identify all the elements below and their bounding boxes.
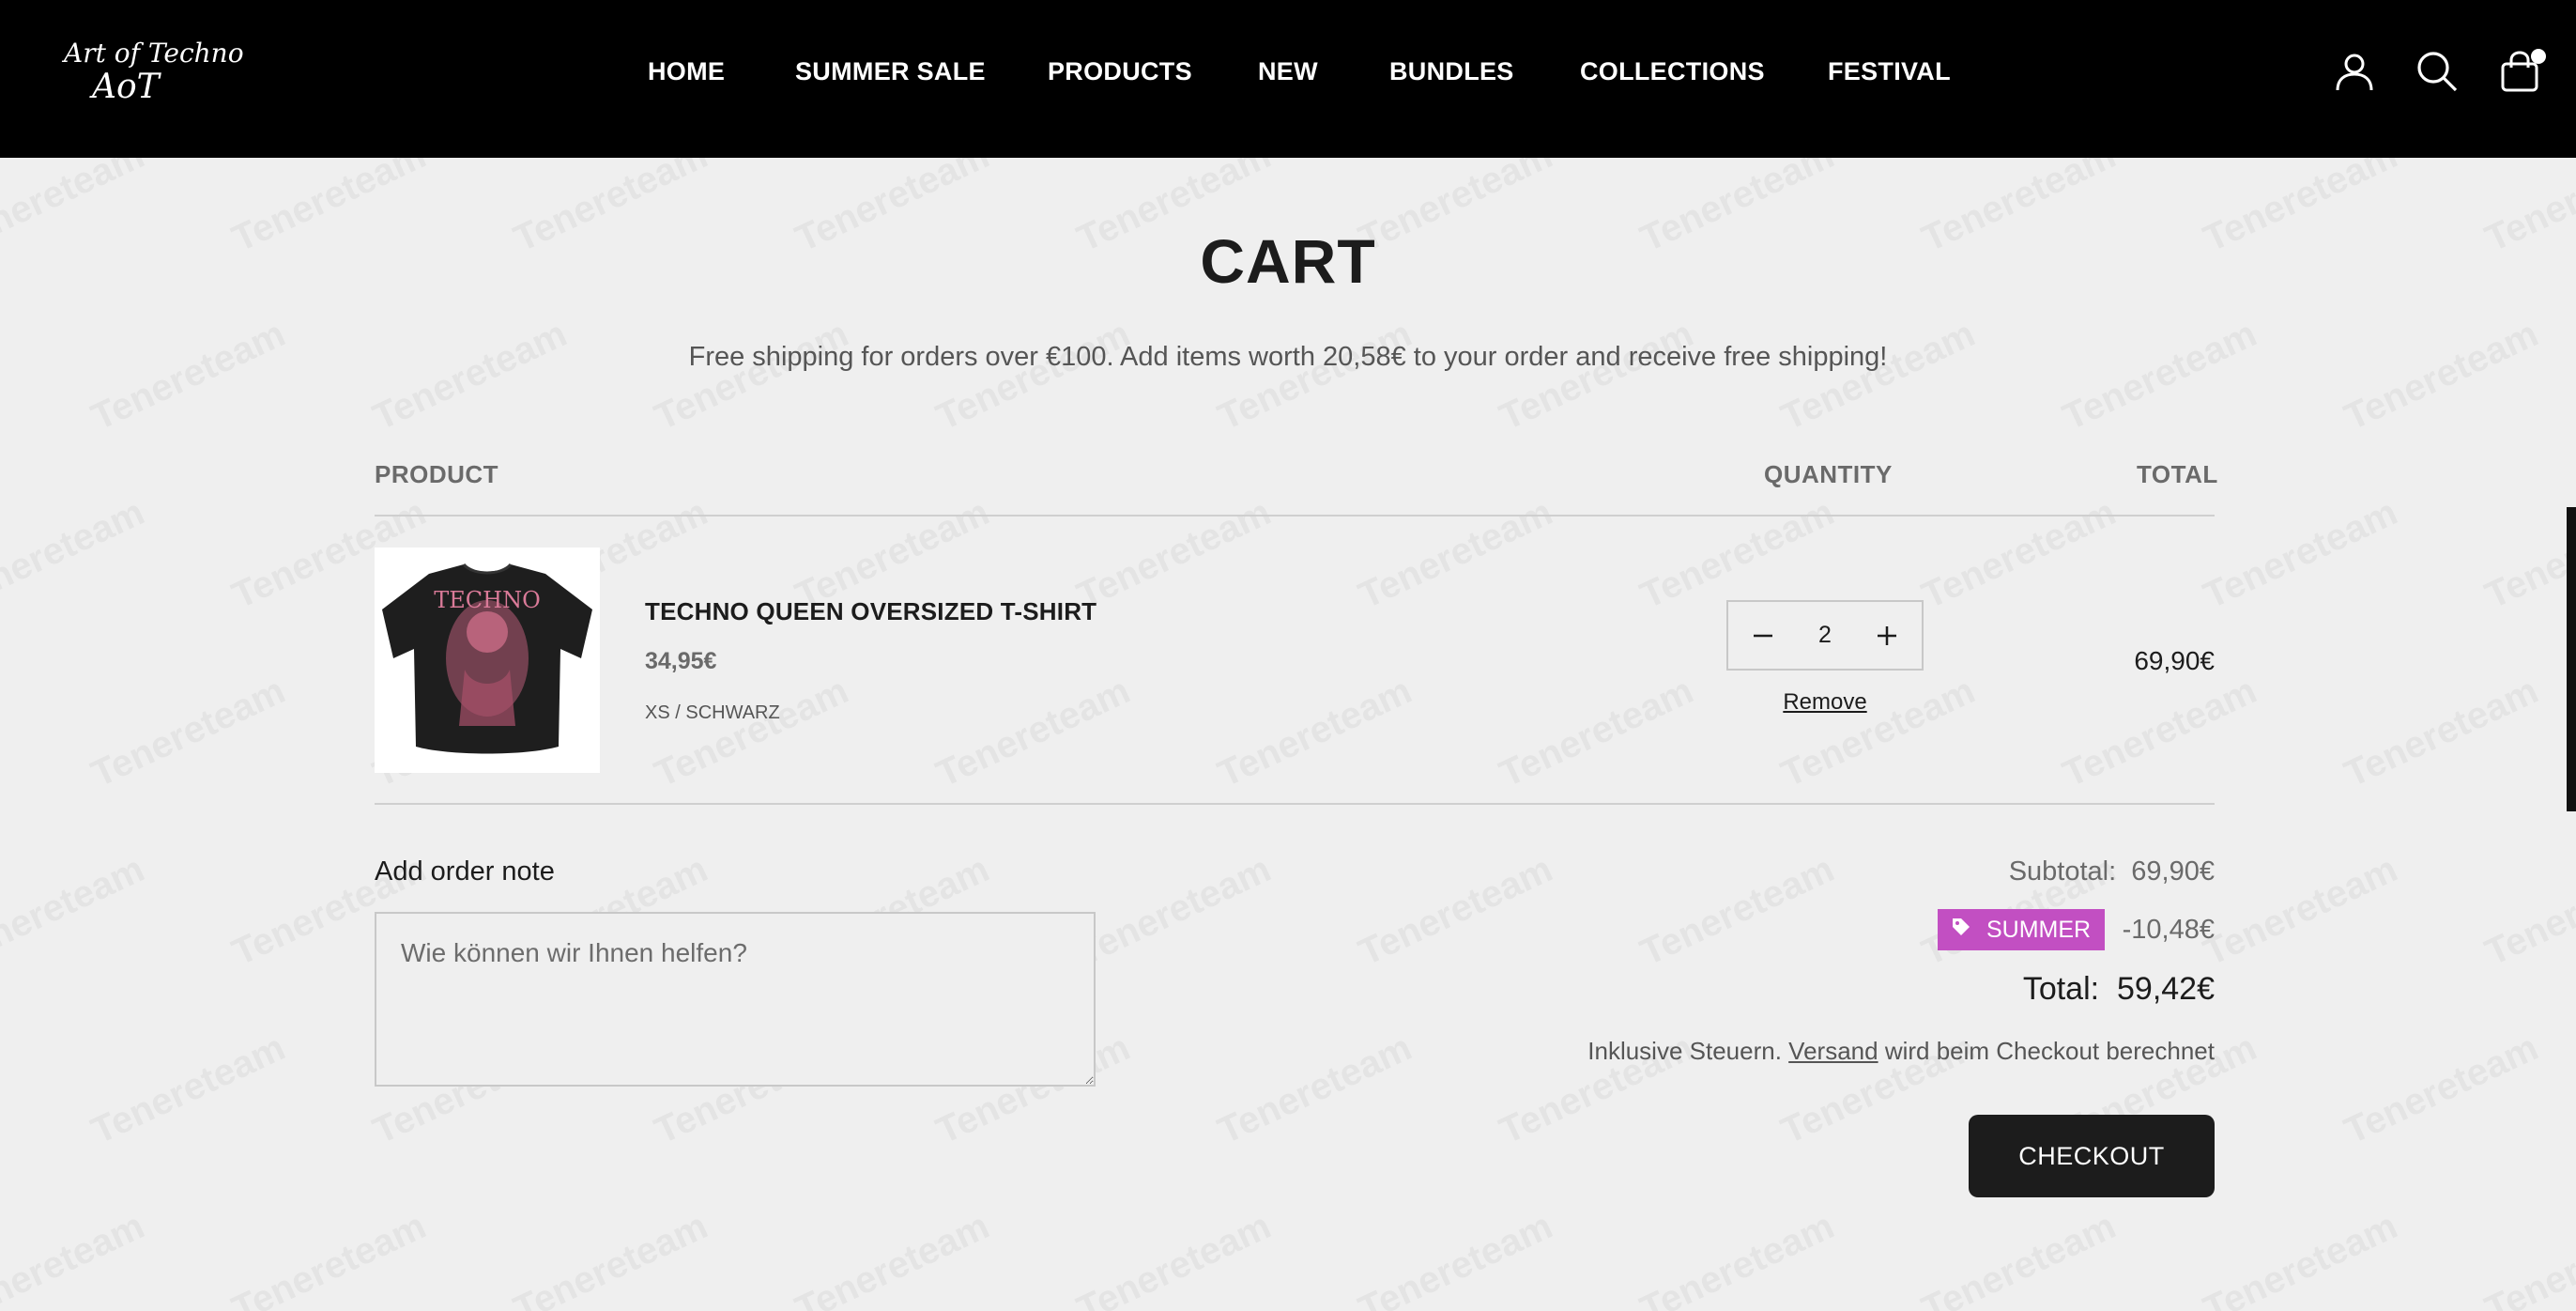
discount-amount: -10,48€ [2122, 915, 2215, 945]
site-logo[interactable]: Art of Techno AoT [60, 32, 244, 116]
cart-count-dot [2531, 49, 2546, 64]
nav-item-new[interactable]: NEW [1258, 53, 1318, 90]
column-header-product: PRODUCT [375, 460, 499, 488]
watermark-text: Tenereteam [1916, 491, 2123, 617]
watermark-text: Tenereteam [1494, 670, 1700, 795]
minus-icon[interactable] [1749, 622, 1777, 650]
logo-text: Art of Techno [64, 38, 244, 69]
items-divider [375, 803, 2215, 805]
watermark-text: Tenereteam [2479, 848, 2576, 974]
column-header-total: TOTAL [2137, 460, 2218, 488]
checkout-button[interactable]: CHECKOUT [1969, 1115, 2215, 1197]
watermark-text: Tenereteam [85, 1026, 292, 1152]
watermark-text: Tenereteam [2479, 1205, 2576, 1311]
watermark-text: Tenereteam [2057, 670, 2263, 795]
nav-item-home[interactable]: HOME [648, 53, 725, 90]
product-price: 34,95€ [645, 648, 717, 674]
discount-code: SUMMER [1986, 916, 2092, 943]
watermark-text: Tenereteam [1353, 491, 1559, 617]
line-item-total: 69,90€ [2134, 646, 2215, 675]
watermark-text: Tenereteam [85, 313, 292, 439]
discount-badge: SUMMER [1938, 909, 2105, 950]
watermark-text: Tenereteam [508, 1205, 714, 1311]
watermark-text: Tenereteam [790, 1205, 996, 1311]
watermark-text: Tenereteam [1775, 313, 1982, 439]
nav-item-products[interactable]: PRODUCTS [1048, 53, 1192, 90]
tag-icon [1951, 917, 1971, 944]
total-value: 59,42€ [2117, 971, 2215, 1007]
order-note-label: Add order note [375, 856, 555, 887]
watermark-text: Tenereteam [0, 848, 151, 974]
watermark-text: Tenereteam [2338, 670, 2545, 795]
search-icon[interactable] [2415, 49, 2460, 94]
tax-note: Inklusive Steuern. Versand wird beim Che… [1587, 1037, 2215, 1066]
free-shipping-message: Free shipping for orders over €100. Add … [688, 342, 1888, 372]
watermark-text: Tenereteam [1071, 848, 1278, 974]
page-title: CART [1200, 226, 1376, 296]
tax-prefix: Inklusive Steuern. [1587, 1037, 1782, 1065]
remove-link[interactable]: Remove [1726, 689, 1924, 716]
watermark-text: Tenereteam [85, 670, 292, 795]
watermark-text: Tenereteam [2338, 313, 2545, 439]
product-image[interactable]: TECHNO [375, 548, 600, 773]
scrollbar[interactable] [2567, 507, 2576, 811]
user-icon[interactable] [2332, 49, 2377, 94]
nav-item-festival[interactable]: FESTIVAL [1828, 53, 1951, 90]
watermark-text: Tenereteam [2198, 1205, 2404, 1311]
watermark-text: Tenereteam [0, 491, 151, 617]
header-divider [375, 515, 2215, 517]
order-note-field[interactable] [375, 912, 1096, 1087]
column-header-quantity: QUANTITY [1764, 460, 1893, 488]
quantity-stepper: 2 [1726, 600, 1924, 671]
product-name[interactable]: TECHNO QUEEN OVERSIZED T-SHIRT [645, 597, 1096, 626]
tax-suffix: wird beim Checkout berechnet [1884, 1037, 2215, 1065]
grand-total: Total: 59,42€ [2023, 971, 2215, 1008]
quantity-value[interactable]: 2 [1802, 622, 1848, 649]
nav-item-collections[interactable]: COLLECTIONS [1580, 53, 1765, 90]
watermark-text: Tenereteam [0, 1205, 151, 1311]
total-label: Total: [2022, 971, 2100, 1007]
watermark-text: Tenereteam [1634, 1205, 1841, 1311]
logo-mark: AoT [92, 68, 160, 106]
watermark-text: Tenereteam [1071, 1205, 1278, 1311]
watermark-text: Tenereteam [1916, 1205, 2123, 1311]
subtotal-label: Subtotal: [2008, 856, 2117, 887]
watermark-text: Tenereteam [226, 1205, 433, 1311]
product-variant: XS / SCHWARZ [645, 702, 780, 723]
watermark-text: Tenereteam [930, 313, 1137, 439]
watermark-text: Tenereteam [1212, 1026, 1418, 1152]
watermark-text: Tenereteam [1212, 313, 1418, 439]
plus-icon[interactable] [1873, 622, 1901, 650]
watermark-text: Tenereteam [1634, 491, 1841, 617]
watermark-text: Tenereteam [1353, 1205, 1559, 1311]
subtotal-line: Subtotal: 69,90€ [2009, 856, 2215, 887]
watermark-text: Tenereteam [649, 670, 855, 795]
watermark-text: Tenereteam [2479, 491, 2576, 617]
watermark-text: Tenereteam [1494, 313, 1700, 439]
shipping-link[interactable]: Versand [1788, 1037, 1878, 1065]
nav-item-summer-sale[interactable]: SUMMER SALE [795, 53, 986, 90]
watermark-text: Tenereteam [367, 313, 574, 439]
nav-item-bundles[interactable]: BUNDLES [1389, 53, 1514, 90]
watermark-text: Tenereteam [649, 313, 855, 439]
watermark-text: Tenereteam [1634, 848, 1841, 974]
watermark-text: Tenereteam [2198, 491, 2404, 617]
shirt-print-text: TECHNO [434, 587, 541, 613]
watermark-text: Tenereteam [2198, 848, 2404, 974]
watermark-text: Tenereteam [2338, 1026, 2545, 1152]
watermark-text: Tenereteam [1212, 670, 1418, 795]
watermark-text: Tenereteam [1071, 491, 1278, 617]
site-header: Art of Techno AoT HOME SUMMER SALE PRODU… [0, 0, 2576, 158]
watermark-text: Tenereteam [2057, 313, 2263, 439]
watermark-text: Tenereteam [1353, 848, 1559, 974]
subtotal-value: 69,90€ [2131, 856, 2215, 887]
watermark-text: Tenereteam [930, 670, 1137, 795]
